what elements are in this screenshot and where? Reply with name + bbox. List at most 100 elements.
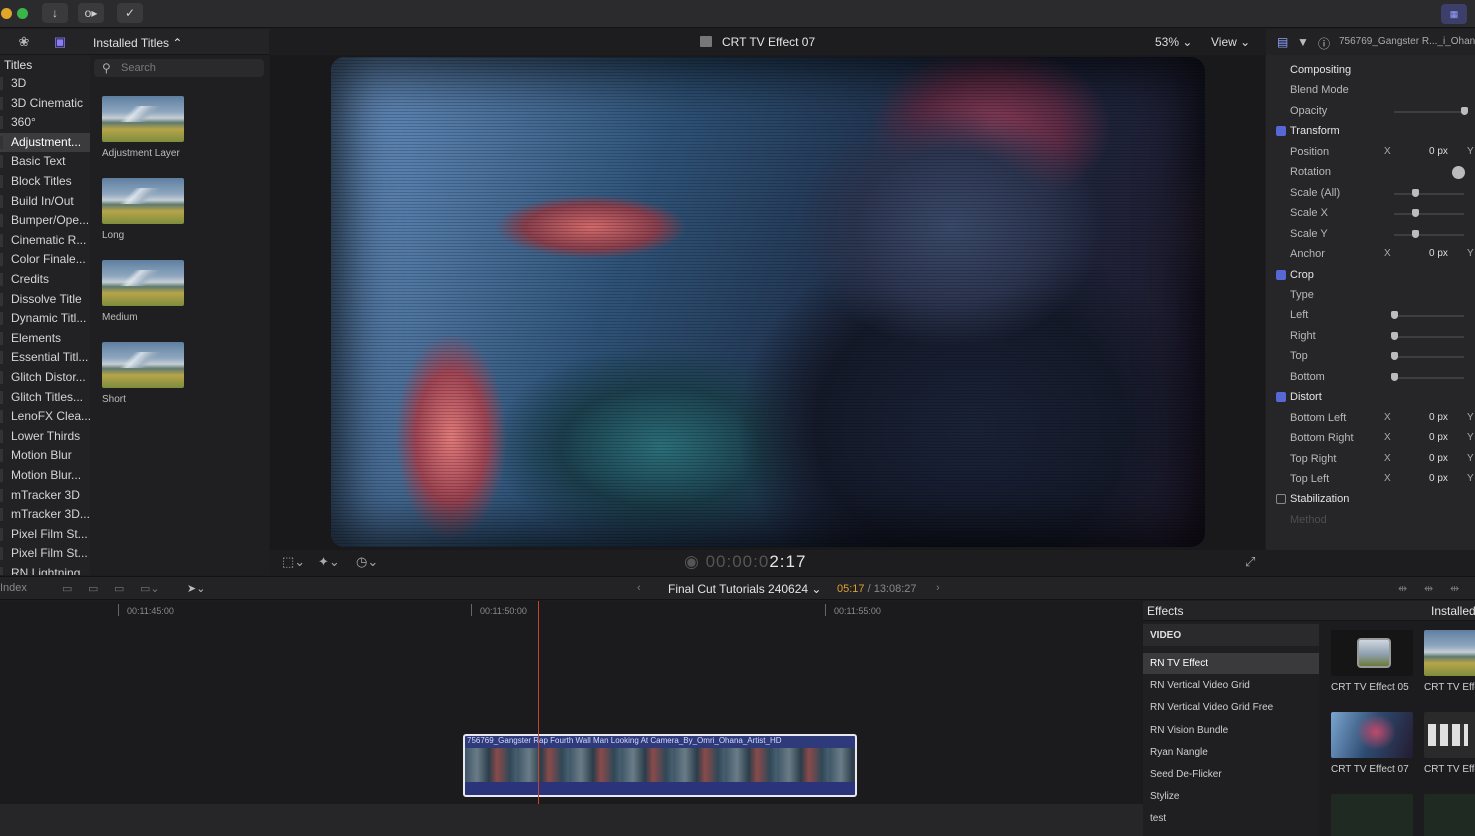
timeline-clip[interactable]: 756769_Gangster Rap Fourth Wall Man Look… (463, 734, 857, 797)
import-icon[interactable]: ↓ (42, 3, 68, 23)
value-field[interactable]: 0 px (1429, 453, 1448, 464)
title-category-item[interactable]: mTracker 3D... (0, 505, 90, 524)
title-category-item[interactable]: Dissolve Title (0, 290, 90, 309)
slider-track[interactable] (1394, 192, 1464, 195)
section-checkbox[interactable] (1276, 392, 1286, 403)
effect-category-item[interactable]: Seed De-Flicker (1143, 764, 1319, 785)
title-category-item[interactable]: Pixel Film St... (0, 544, 90, 563)
effect-category-item[interactable]: RN Vision Bundle (1143, 720, 1319, 741)
slider-knob[interactable] (1412, 188, 1419, 197)
effect-category-item[interactable]: RN TV Effect (1143, 653, 1319, 674)
title-category-item[interactable]: Basic Text (0, 152, 90, 171)
effect-category-item[interactable]: RN Vertical Video Grid (1143, 675, 1319, 696)
project-dropdown[interactable]: Final Cut Tutorials 240624 ⌄ (668, 582, 821, 596)
title-category-item[interactable]: Essential Titl... (0, 348, 90, 367)
previous-project-icon[interactable]: ‹ (637, 582, 641, 594)
next-project-icon[interactable]: › (936, 582, 940, 594)
slider-track[interactable] (1394, 110, 1464, 113)
slider-knob[interactable] (1391, 311, 1398, 320)
connect-icon[interactable]: ▭ (88, 582, 98, 595)
title-category-item[interactable]: 360° (0, 113, 90, 132)
slider-track[interactable] (1394, 335, 1464, 338)
window-minimize-button[interactable] (1, 8, 12, 19)
zoom-dropdown[interactable]: 53% ⌄ (1155, 35, 1192, 49)
info-icon[interactable]: ⓘ (1318, 35, 1330, 52)
thumbnail-long[interactable] (102, 178, 184, 224)
section-checkbox[interactable] (1276, 126, 1286, 137)
value-field[interactable]: 0 px (1429, 248, 1448, 259)
titles-generators-icon[interactable]: ▣ (52, 34, 68, 50)
background-tasks-icon[interactable]: ✓ (117, 3, 143, 23)
insert-icon[interactable]: ▭ (114, 582, 124, 595)
effect-category-item[interactable]: RN Vertical Video Grid Free (1143, 697, 1319, 718)
thumbnail-medium[interactable] (102, 260, 184, 306)
slider-knob[interactable] (1391, 331, 1398, 340)
slider-knob[interactable] (1412, 229, 1419, 238)
title-category-item[interactable]: 3D (0, 74, 90, 93)
enhance-icon[interactable]: ✦⌄ (318, 554, 340, 570)
effect-category-item[interactable]: test (1143, 808, 1319, 829)
workspace-grid-icon[interactable]: ▦ (1441, 4, 1467, 24)
keyword-icon[interactable]: o⁠▸ (78, 3, 104, 23)
effect-thumbnail[interactable] (1424, 630, 1475, 676)
audio-skimming-icon[interactable]: ⇹ (1398, 582, 1407, 595)
window-zoom-button[interactable] (17, 8, 28, 19)
title-category-item[interactable]: Adjustment... (0, 132, 90, 152)
speed-icon[interactable]: ◷⌄ (356, 554, 378, 570)
fullscreen-icon[interactable]: ⤢ (1245, 554, 1255, 570)
title-category-item[interactable]: Motion Blur... (0, 466, 90, 485)
section-checkbox[interactable] (1276, 269, 1286, 280)
clip-appearance-icon[interactable]: ▭ (62, 582, 72, 595)
view-dropdown[interactable]: View ⌄ (1211, 35, 1250, 49)
slider-track[interactable] (1394, 376, 1464, 379)
title-category-item[interactable]: RN Lightning (0, 564, 90, 575)
search-input[interactable]: ⚲ Search (94, 59, 264, 77)
title-category-item[interactable]: LenoFX Clea... (0, 407, 90, 426)
value-field[interactable]: 0 px (1429, 146, 1448, 157)
slider-track[interactable] (1394, 233, 1464, 236)
playhead[interactable] (538, 601, 539, 836)
title-category-item[interactable]: Motion Blur (0, 446, 90, 465)
slider-knob[interactable] (1461, 106, 1468, 115)
slider-knob[interactable] (1391, 352, 1398, 361)
title-category-item[interactable]: Cinematic R... (0, 231, 90, 250)
effect-category-item[interactable]: Ryan Nangle (1143, 742, 1319, 763)
value-field[interactable]: 0 px (1429, 432, 1448, 443)
effects-group-video[interactable]: VIDEO (1143, 624, 1319, 646)
timeline[interactable]: 00:11:45:00 00:11:50:00 00:11:55:00 7567… (0, 601, 1143, 836)
effect-thumbnail[interactable] (1424, 794, 1475, 836)
titles-source-dropdown[interactable]: Installed Titles ⌃ (93, 36, 182, 50)
title-category-item[interactable]: Bumper/Ope... (0, 211, 90, 230)
transform-icon[interactable]: ⬚⌄ (282, 554, 305, 570)
value-field[interactable]: 0 px (1429, 473, 1448, 484)
select-tool-icon[interactable]: ➤⌄ (187, 582, 205, 595)
effect-thumbnail[interactable] (1424, 712, 1475, 758)
video-inspector-icon[interactable]: ▤ (1277, 35, 1288, 49)
rotation-dial[interactable] (1452, 166, 1465, 180)
slider-knob[interactable] (1391, 372, 1398, 381)
thumbnail-adjustment-layer[interactable] (102, 96, 184, 142)
effect-thumbnail[interactable] (1331, 712, 1413, 758)
slider-knob[interactable] (1412, 209, 1419, 218)
video-frame[interactable] (331, 57, 1205, 547)
slider-track[interactable] (1394, 213, 1464, 216)
effect-category-item[interactable]: Stylize (1143, 786, 1319, 807)
snapping-icon[interactable]: ⇹ (1450, 582, 1459, 595)
title-category-item[interactable]: Elements (0, 329, 90, 348)
photos-audio-icon[interactable]: ❀ (16, 34, 32, 50)
effect-thumbnail[interactable] (1331, 630, 1413, 676)
append-icon[interactable]: ▭⌄ (140, 582, 160, 595)
installed-dropdown[interactable]: Installed (1431, 604, 1475, 618)
title-category-item[interactable]: 3D Cinematic (0, 94, 90, 113)
title-category-item[interactable]: Block Titles (0, 172, 90, 191)
thumbnail-short[interactable] (102, 342, 184, 388)
slider-track[interactable] (1394, 356, 1464, 359)
title-category-item[interactable]: Glitch Distor... (0, 368, 90, 387)
timecode-display[interactable]: ◉ 00:00:02:17 (684, 552, 806, 572)
title-category-item[interactable]: Color Finale... (0, 250, 90, 269)
title-category-item[interactable]: mTracker 3D (0, 486, 90, 505)
index-button[interactable]: Index (0, 582, 27, 594)
title-category-item[interactable]: Build In/Out (0, 192, 90, 211)
titles-heading[interactable]: Titles (4, 58, 32, 72)
title-category-item[interactable]: Lower Thirds (0, 427, 90, 446)
